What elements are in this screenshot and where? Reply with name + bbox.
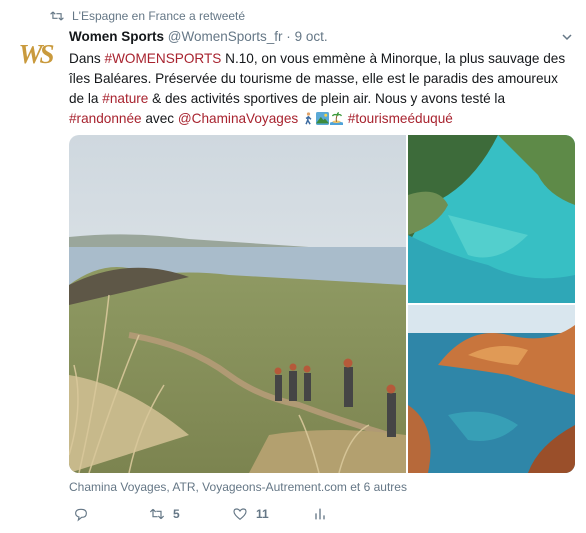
reply-icon <box>75 508 87 522</box>
photo-attribution[interactable]: Chamina Voyages, ATR, Voyageons-Autremen… <box>69 480 407 494</box>
hashtag-link[interactable]: #WOMENSPORTS <box>105 51 222 66</box>
like-count: 11 <box>256 507 269 521</box>
text-segment: avec <box>141 111 178 126</box>
retweet-context-label: L'Espagne en France a retweeté <box>72 9 246 23</box>
mountain-photo-emoji <box>316 112 329 125</box>
person-walking-emoji <box>305 112 312 125</box>
analytics-button[interactable] <box>312 506 336 522</box>
separator-dot: · <box>286 29 291 44</box>
retweet-icon <box>50 11 64 21</box>
media-grid <box>69 135 575 473</box>
turquoise-cove-photo[interactable] <box>408 135 575 303</box>
island-emoji <box>330 112 343 125</box>
author-handle[interactable]: @WomenSports_fr <box>168 29 283 44</box>
chevron-down-icon[interactable] <box>561 31 573 43</box>
hashtag-link[interactable]: #randonnée <box>69 111 142 126</box>
tweet-date[interactable]: 9 oct. <box>295 29 328 44</box>
analytics-icon <box>315 508 325 520</box>
hashtag-link[interactable]: #tourismeéduqué <box>348 111 453 126</box>
rocky-coast-photo[interactable] <box>408 305 575 473</box>
text-segment: & des activités sportives de plein air. … <box>148 91 506 106</box>
retweet-icon <box>149 508 165 520</box>
tweet-header: Women Sports @WomenSports_fr · 9 oct. <box>69 29 328 44</box>
mention-link[interactable]: @ChaminaVoyages <box>178 111 298 126</box>
retweet-context[interactable]: L'Espagne en France a retweeté <box>50 9 245 23</box>
retweet-button[interactable]: 5 <box>149 506 180 522</box>
retweet-count: 5 <box>173 507 180 521</box>
tweet-text: Dans #WOMENSPORTS N.10, on vous emmène à… <box>69 49 574 129</box>
text-segment: Dans <box>69 51 105 66</box>
reply-button[interactable] <box>73 506 97 522</box>
like-button[interactable]: 11 <box>232 506 269 522</box>
hashtag-link[interactable]: #nature <box>102 91 148 106</box>
avatar[interactable]: WS <box>13 38 57 70</box>
heart-icon <box>233 508 247 521</box>
author-name[interactable]: Women Sports <box>69 29 164 44</box>
hiking-trail-photo[interactable] <box>69 135 406 473</box>
tweet-actions: 5 11 <box>69 506 369 530</box>
